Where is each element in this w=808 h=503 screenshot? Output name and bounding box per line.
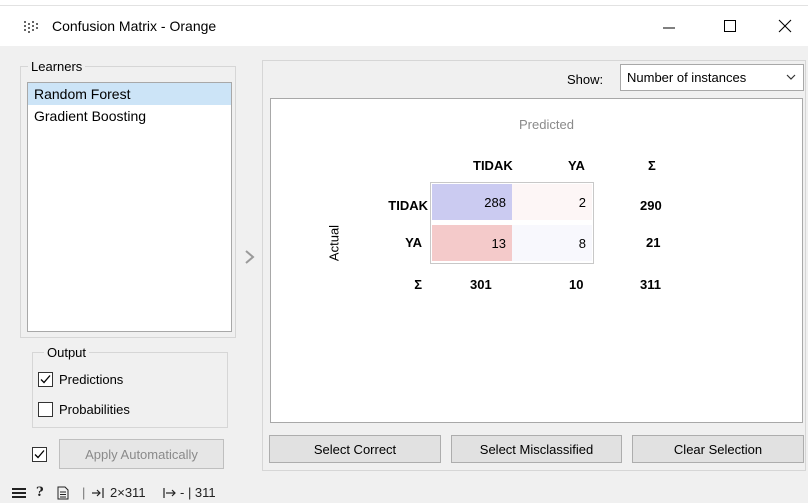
learner-item-random-forest[interactable]: Random Forest bbox=[28, 83, 231, 105]
output-summary-text: - | 311 bbox=[180, 485, 216, 500]
minimize-icon bbox=[663, 27, 675, 29]
help-icon[interactable]: ? bbox=[36, 482, 44, 503]
close-icon bbox=[778, 19, 792, 33]
probabilities-box-icon bbox=[38, 402, 53, 417]
show-label: Show: bbox=[567, 72, 604, 87]
row-header-sum: Σ bbox=[414, 277, 422, 292]
apply-automatically-button[interactable]: Apply Automatically bbox=[59, 439, 224, 469]
select-correct-button[interactable]: Select Correct bbox=[269, 435, 441, 463]
matrix-cell-ya-tidak[interactable]: 13 bbox=[432, 225, 512, 261]
output-group-label: Output bbox=[44, 345, 90, 360]
collapse-chevron-icon[interactable] bbox=[244, 246, 256, 268]
input-summary[interactable]: 2×311 bbox=[92, 482, 146, 503]
col-header-sum: Σ bbox=[648, 158, 656, 173]
output-summary[interactable]: - | 311 bbox=[162, 482, 216, 503]
learner-item-gradient-boosting[interactable]: Gradient Boosting bbox=[28, 105, 231, 127]
chevron-down-icon bbox=[786, 74, 796, 80]
col-sum-tidak: 301 bbox=[470, 277, 492, 292]
predictions-checkbox[interactable]: Predictions bbox=[38, 372, 123, 387]
output-arrow-icon bbox=[163, 487, 176, 498]
status-bar: ? | 2×311 - | 311 bbox=[0, 482, 808, 503]
clear-selection-button[interactable]: Clear Selection bbox=[632, 435, 804, 463]
input-arrow-icon bbox=[92, 487, 104, 498]
hamburger-icon[interactable] bbox=[12, 482, 26, 503]
learners-list[interactable]: Random Forest Gradient Boosting bbox=[27, 82, 232, 332]
predicted-axis-label: Predicted bbox=[519, 117, 574, 132]
matrix-cell-tidak-tidak[interactable]: 288 bbox=[432, 184, 512, 220]
show-dropdown[interactable]: Number of instances bbox=[620, 64, 804, 91]
report-icon[interactable] bbox=[57, 482, 69, 503]
row-sum-ya: 21 bbox=[646, 235, 661, 250]
orange-app-icon bbox=[24, 21, 38, 33]
select-misclassified-button[interactable]: Select Misclassified bbox=[451, 435, 622, 463]
matrix-cell-ya-ya[interactable]: 8 bbox=[512, 225, 592, 261]
minimize-button[interactable] bbox=[646, 6, 692, 46]
actual-axis-label: Actual bbox=[326, 224, 342, 262]
col-header-ya: YA bbox=[568, 158, 585, 173]
col-header-tidak: TIDAK bbox=[473, 158, 513, 173]
probabilities-label: Probabilities bbox=[59, 402, 130, 417]
status-separator: | bbox=[82, 485, 86, 500]
apply-automatically-checkbox[interactable] bbox=[32, 447, 47, 462]
learners-group-label: Learners bbox=[28, 59, 86, 74]
close-button[interactable] bbox=[762, 6, 808, 46]
show-dropdown-value: Number of instances bbox=[627, 70, 747, 85]
apply-checkmark-icon bbox=[34, 450, 45, 459]
matrix-cell-tidak-ya[interactable]: 2 bbox=[512, 184, 592, 220]
predictions-checkmark-icon bbox=[38, 372, 53, 387]
input-summary-text: 2×311 bbox=[110, 485, 146, 500]
predictions-label: Predictions bbox=[59, 372, 124, 387]
col-sum-ya: 10 bbox=[569, 277, 584, 292]
maximize-icon bbox=[724, 20, 736, 32]
row-header-tidak: TIDAK bbox=[388, 198, 428, 213]
probabilities-checkbox[interactable]: Probabilities bbox=[38, 402, 130, 417]
maximize-button[interactable] bbox=[707, 6, 753, 46]
window-title: Confusion Matrix - Orange bbox=[52, 18, 217, 34]
row-header-ya: YA bbox=[405, 235, 422, 250]
row-sum-tidak: 290 bbox=[640, 198, 662, 213]
total-sum: 311 bbox=[640, 277, 661, 292]
